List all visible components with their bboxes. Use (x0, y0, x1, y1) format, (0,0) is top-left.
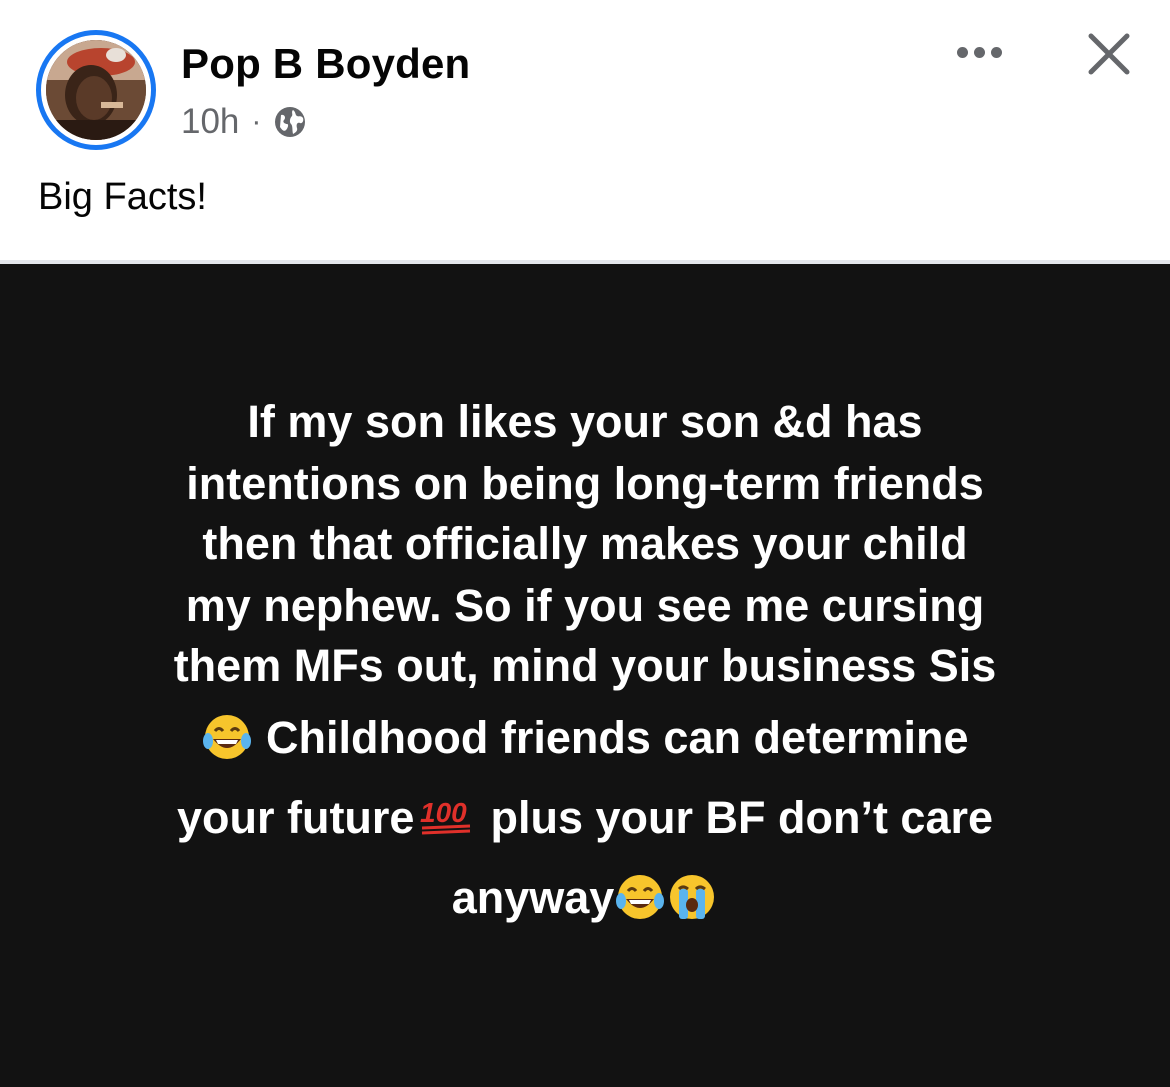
more-dot (990, 46, 1002, 58)
post-meta: 10h · (181, 100, 307, 144)
post-caption: Big Facts! (38, 176, 207, 218)
laughing-crying-emoji-icon (614, 871, 666, 923)
image-text-line-5: them MFs out, mind your business Sis (173, 640, 997, 691)
image-text-line-8-row: anyway (0, 868, 1170, 928)
avatar-image (46, 40, 146, 140)
author-name[interactable]: Pop B Boyden (181, 40, 470, 88)
more-options-button[interactable] (948, 32, 1010, 72)
meta-separator: · (251, 105, 262, 138)
image-text-line-7b: plus your BF don’t care (490, 792, 994, 843)
image-text-line-2: intentions on being long-term friends (186, 458, 984, 509)
close-button[interactable] (1083, 28, 1135, 80)
image-text-line-3: then that officially makes your child (202, 518, 968, 569)
close-icon (1088, 33, 1130, 75)
image-text-line-7-row: your future 100 plus your BF don’t care (0, 788, 1170, 848)
more-dot (956, 46, 968, 58)
image-text-line-7a: your future (176, 792, 415, 843)
loudly-crying-emoji-icon (666, 871, 718, 923)
more-dot (973, 46, 985, 58)
post-header: Pop B Boyden 10h · Big Facts! (0, 0, 1170, 262)
hundred-points-emoji-icon: 100 (418, 791, 474, 835)
svg-text:100: 100 (420, 797, 467, 828)
post-timestamp[interactable]: 10h (181, 102, 239, 142)
image-text-line-4: my nephew. So if you see me cursing (185, 580, 985, 631)
globe-icon[interactable] (273, 105, 307, 139)
image-text-line-6-row: Childhood friends can determine (0, 708, 1170, 768)
post-image[interactable]: If my son likes your son &d has intentio… (0, 264, 1170, 1087)
image-text-line-6: Childhood friends can determine (265, 712, 969, 763)
image-text-line-8: anyway (451, 872, 615, 923)
image-text-line-1: If my son likes your son &d has (247, 396, 923, 447)
author-avatar[interactable] (36, 30, 156, 150)
avatar-photo (46, 40, 146, 140)
laughing-crying-emoji-icon (201, 711, 253, 763)
